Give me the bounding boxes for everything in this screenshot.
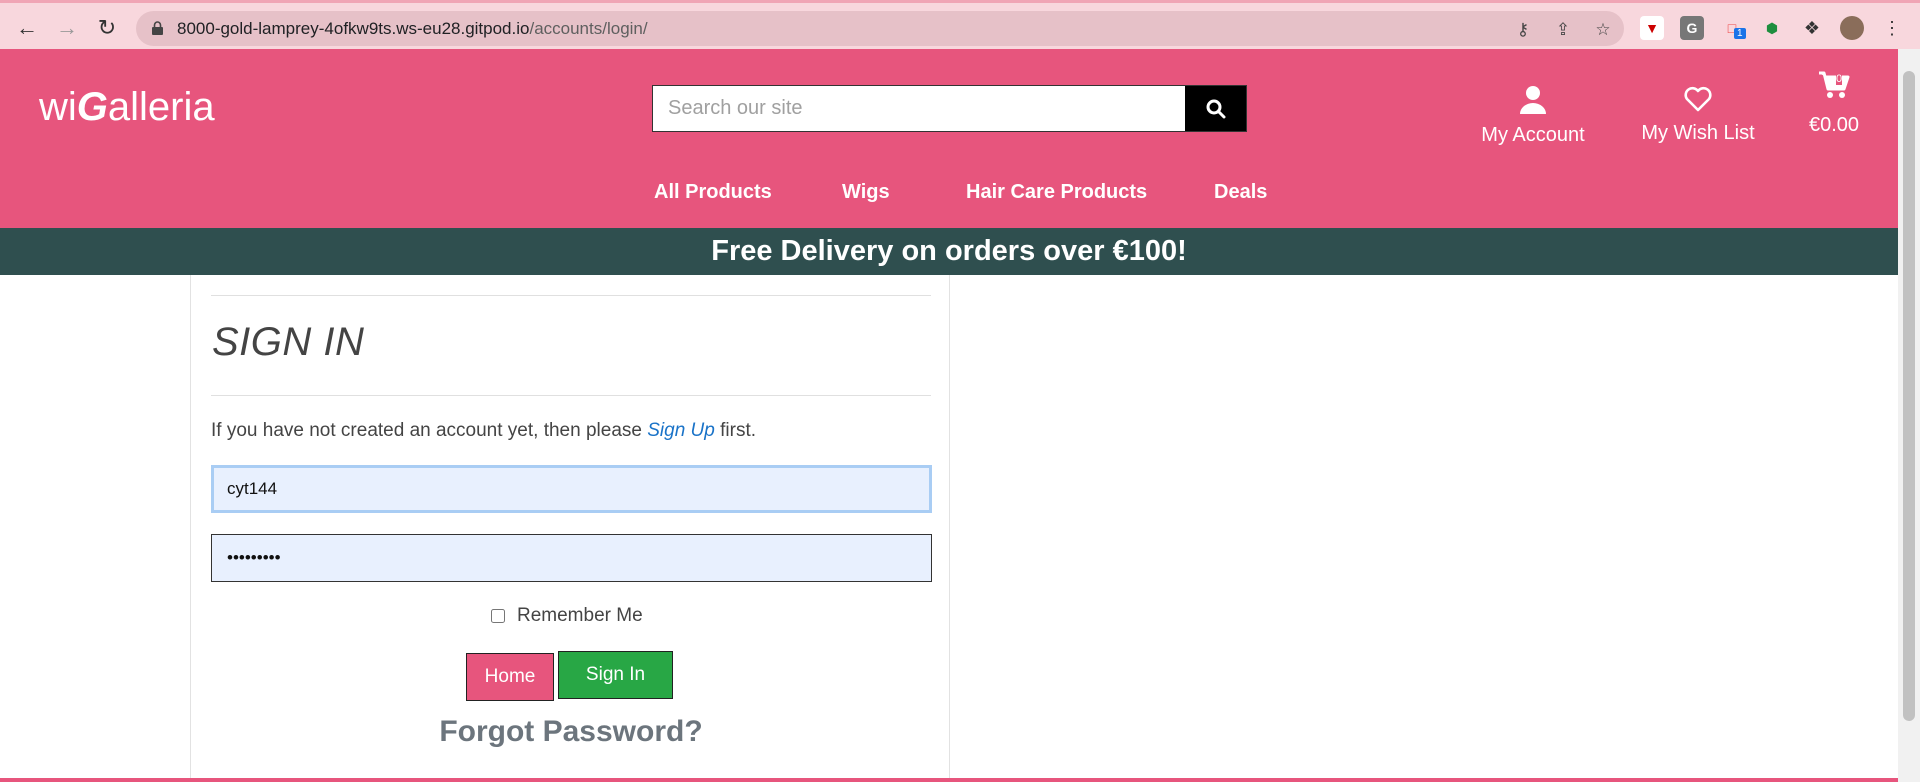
home-button[interactable]: Home — [466, 653, 554, 701]
divider-title — [211, 395, 931, 396]
scrollbar-thumb[interactable] — [1903, 71, 1915, 721]
password-input[interactable] — [211, 534, 932, 582]
site-header: wiGalleria My Account My Wish List 0 €0.… — [0, 49, 1898, 228]
reload-icon[interactable]: ↻ — [92, 13, 122, 43]
footer-edge — [0, 778, 1898, 782]
lock-icon — [152, 21, 163, 35]
browser-menu-icon[interactable]: ⋮ — [1880, 16, 1904, 40]
my-account-link[interactable]: My Account — [1478, 85, 1588, 147]
extension-shield-icon[interactable]: ▼ — [1640, 16, 1664, 40]
divider-top — [211, 295, 931, 296]
site-logo[interactable]: wiGalleria — [39, 85, 215, 130]
cart-count-badge: 0 — [1836, 73, 1843, 85]
signup-prompt-pre: If you have not created an account yet, … — [211, 420, 648, 441]
username-input[interactable] — [211, 465, 932, 513]
url-host: 8000-gold-lamprey-4ofkw9ts.ws-eu28.gitpo… — [177, 19, 530, 38]
extension-badge: 1 — [1734, 28, 1746, 39]
address-bar[interactable]: 8000-gold-lamprey-4ofkw9ts.ws-eu28.gitpo… — [136, 11, 1624, 46]
remember-me-label: Remember Me — [517, 605, 643, 626]
logo-text-pre: wi — [39, 85, 77, 129]
extension-g-icon[interactable]: G — [1680, 16, 1704, 40]
nav-wigs[interactable]: Wigs — [842, 181, 890, 204]
browser-toolbar: ← → ↻ 8000-gold-lamprey-4ofkw9ts.ws-eu28… — [0, 0, 1920, 49]
user-icon — [1520, 86, 1546, 114]
forward-icon[interactable]: → — [52, 13, 82, 43]
share-icon[interactable]: ⇪ — [1552, 19, 1574, 41]
extensions-puzzle-icon[interactable]: ❖ — [1800, 16, 1824, 40]
logo-text-post: alleria — [107, 85, 215, 129]
cart-link[interactable]: 0 €0.00 — [1804, 69, 1864, 137]
page-scrollbar[interactable] — [1898, 49, 1920, 782]
signup-prompt: If you have not created an account yet, … — [211, 420, 756, 442]
promo-banner: Free Delivery on orders over €100! — [0, 228, 1898, 275]
remember-me-checkbox[interactable] — [491, 609, 505, 623]
search-icon — [1206, 99, 1225, 118]
login-panel: SIGN IN If you have not created an accou… — [190, 275, 950, 782]
key-icon[interactable]: ⚷ — [1512, 19, 1534, 41]
profile-avatar[interactable] — [1840, 16, 1864, 40]
extension-network-icon[interactable]: □ 1 — [1720, 16, 1746, 40]
sign-in-button[interactable]: Sign In — [558, 651, 673, 699]
remember-me[interactable]: Remember Me — [491, 605, 643, 627]
cart-total: €0.00 — [1808, 114, 1860, 136]
page-title: SIGN IN — [212, 320, 365, 364]
back-icon[interactable]: ← — [12, 13, 42, 43]
nav-all-products[interactable]: All Products — [654, 181, 772, 204]
url-path: /accounts/login/ — [529, 19, 648, 38]
my-account-label: My Account — [1481, 124, 1585, 146]
extension-hex-icon[interactable]: ⬢ — [1760, 16, 1784, 40]
logo-text-g: G — [76, 85, 108, 129]
search-bar — [652, 85, 1247, 132]
forgot-password-link[interactable]: Forgot Password? — [191, 715, 951, 749]
url-text: 8000-gold-lamprey-4ofkw9ts.ws-eu28.gitpo… — [177, 19, 648, 39]
wishlist-label: My Wish List — [1641, 122, 1755, 144]
nav-deals[interactable]: Deals — [1214, 181, 1267, 204]
bookmark-star-icon[interactable]: ☆ — [1592, 19, 1614, 41]
heart-icon — [1684, 86, 1712, 112]
cart-icon — [1819, 71, 1850, 98]
signup-link[interactable]: Sign Up — [647, 420, 715, 441]
search-button[interactable] — [1185, 86, 1246, 131]
signup-prompt-post: first. — [714, 420, 757, 441]
wishlist-link[interactable]: My Wish List — [1638, 85, 1758, 145]
search-input[interactable] — [653, 86, 1185, 131]
nav-hair-care-products[interactable]: Hair Care Products — [966, 181, 1147, 204]
